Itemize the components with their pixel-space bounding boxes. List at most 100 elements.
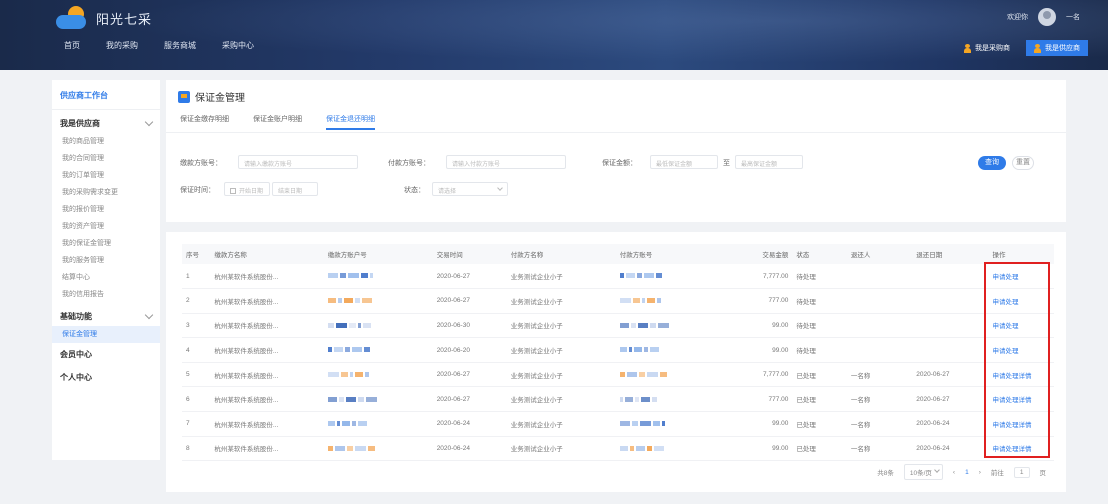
transaction-date-cell: 2020-06-24 bbox=[432, 411, 507, 437]
end-date-input[interactable]: 结束日期 bbox=[272, 182, 318, 196]
transaction-date-cell: 2020-06-24 bbox=[432, 436, 507, 462]
masked-account-mosaic bbox=[619, 396, 657, 402]
start-date-placeholder: 开始日期 bbox=[239, 189, 264, 195]
amount-cell: 777.00 bbox=[735, 386, 793, 413]
page-number-current[interactable]: 1 bbox=[965, 469, 969, 476]
row-number: 3 bbox=[182, 313, 211, 339]
sidebar-item-assets[interactable]: 我的资产管理 bbox=[52, 218, 160, 235]
masked-account-mosaic bbox=[327, 421, 367, 427]
payer-account-input[interactable]: 请输入缴款方账号 bbox=[238, 155, 358, 169]
buyer-role-button[interactable]: 我是采购商 bbox=[956, 40, 1018, 56]
sidebar-group-supplier[interactable]: 我是供应商 bbox=[52, 110, 160, 133]
chevron-down-icon bbox=[144, 310, 154, 320]
user-area: 欢迎你 一名 bbox=[1007, 8, 1080, 26]
tab-deposit-account[interactable]: 保证金账户明细 bbox=[253, 114, 302, 130]
logo[interactable]: 阳光七采 bbox=[56, 6, 152, 30]
masked-account-mosaic bbox=[327, 273, 373, 279]
sidebar-group-basic[interactable]: 基础功能 bbox=[52, 303, 160, 326]
amount-cell: 99.00 bbox=[735, 411, 793, 437]
supplier-role-button[interactable]: 我是供应商 bbox=[1026, 40, 1088, 56]
payer-account-cell bbox=[323, 337, 433, 363]
sidebar-item-deposit-management[interactable]: 保证金管理 bbox=[52, 326, 160, 343]
refund-date-cell bbox=[912, 288, 989, 314]
amount-cell: 99.00 bbox=[735, 313, 793, 339]
avatar[interactable] bbox=[1038, 8, 1056, 26]
masked-account-mosaic bbox=[619, 322, 669, 328]
buyer-role-label: 我是采购商 bbox=[975, 45, 1010, 52]
prev-page-button[interactable]: ‹ bbox=[953, 469, 955, 476]
highlight-annotation-box bbox=[984, 262, 1050, 458]
payer-name-cell: 杭州某软件系统股份... bbox=[210, 264, 324, 290]
payee-account-input[interactable]: 请输入付款方账号 bbox=[446, 155, 566, 169]
nav-item-mall[interactable]: 服务商城 bbox=[164, 40, 196, 51]
payee-name-cell: 业务测试企业小子 bbox=[506, 411, 616, 437]
page-size-select[interactable]: 10条/页 bbox=[903, 464, 943, 480]
payer-account-cell bbox=[323, 362, 433, 388]
sidebar-item-services[interactable]: 我的服务管理 bbox=[52, 252, 160, 269]
sidebar-group-personal-center[interactable]: 个人中心 bbox=[52, 366, 160, 389]
sidebar-item-contracts[interactable]: 我的合同管理 bbox=[52, 150, 160, 167]
payee-name-cell: 业务测试企业小子 bbox=[506, 436, 616, 462]
start-date-input[interactable]: 开始日期 bbox=[224, 182, 270, 196]
masked-account-mosaic bbox=[327, 298, 372, 304]
payer-account-cell bbox=[323, 436, 433, 462]
row-number: 6 bbox=[182, 386, 211, 413]
col-header-operation: 操作 bbox=[988, 244, 1054, 264]
welcome-text: 欢迎你 bbox=[1007, 14, 1028, 21]
range-separator: 至 bbox=[723, 160, 730, 167]
pager-total: 共8条 bbox=[877, 470, 894, 477]
sidebar-item-credit-report[interactable]: 我的信用报告 bbox=[52, 286, 160, 303]
goto-page-input[interactable]: 1 bbox=[1013, 466, 1030, 478]
status-label: 状态： bbox=[404, 187, 425, 194]
refunder-cell bbox=[846, 264, 913, 290]
amount-min-input[interactable]: 最低保证金额 bbox=[650, 155, 718, 169]
payee-account-cell bbox=[615, 362, 736, 388]
payee-account-cell bbox=[615, 313, 736, 339]
col-header-payee-name: 付款方名称 bbox=[506, 244, 616, 264]
end-date-placeholder: 结束日期 bbox=[278, 189, 303, 195]
next-page-button[interactable]: › bbox=[979, 469, 981, 476]
tab-deposit-refund[interactable]: 保证金退还明细 bbox=[326, 114, 375, 130]
reset-button[interactable]: 重置 bbox=[1012, 156, 1034, 170]
nav-item-purchase-center[interactable]: 采购中心 bbox=[222, 40, 254, 51]
status-cell: 已处理 bbox=[792, 411, 847, 437]
amount-max-input[interactable]: 最高保证金额 bbox=[735, 155, 803, 169]
amount-cell: 7,777.00 bbox=[735, 362, 793, 388]
date-label: 保证时间： bbox=[180, 187, 215, 194]
search-button[interactable]: 查询 bbox=[978, 156, 1006, 170]
sidebar-item-quotes[interactable]: 我的报价管理 bbox=[52, 201, 160, 218]
sidebar-item-demand-change[interactable]: 我的采购需求变更 bbox=[52, 184, 160, 201]
status-cell: 待处理 bbox=[792, 313, 847, 339]
payee-account-label: 付款方账号： bbox=[388, 160, 430, 167]
masked-account-mosaic bbox=[327, 347, 370, 353]
table-row: 6 杭州某软件系统股份... 2020-06-27 业务测试企业小子 777.00 已处理… bbox=[182, 386, 1054, 413]
sidebar-group-member-center[interactable]: 会员中心 bbox=[52, 343, 160, 366]
status-cell: 待处理 bbox=[792, 337, 847, 363]
amount-cell: 99.00 bbox=[735, 337, 793, 363]
sidebar-item-products[interactable]: 我的商品管理 bbox=[52, 133, 160, 150]
nav-item-home[interactable]: 首页 bbox=[64, 40, 80, 51]
sidebar-group-label: 我是供应商 bbox=[60, 119, 100, 128]
sidebar-item-orders[interactable]: 我的订单管理 bbox=[52, 167, 160, 184]
status-select[interactable]: 请选择 bbox=[432, 182, 508, 196]
refund-date-cell: 2020-06-24 bbox=[912, 411, 989, 437]
payee-name-cell: 业务测试企业小子 bbox=[506, 386, 616, 413]
payer-name-cell: 杭州某软件系统股份... bbox=[210, 436, 324, 462]
tab-deposit-payment[interactable]: 保证金缴存明细 bbox=[180, 114, 229, 130]
nav-item-my-purchase[interactable]: 我的采购 bbox=[106, 40, 138, 51]
workspace-title[interactable]: 供应商工作台 bbox=[52, 80, 160, 110]
transaction-date-cell: 2020-06-27 bbox=[432, 264, 507, 290]
chevron-down-icon bbox=[497, 185, 503, 191]
payer-account-cell bbox=[323, 386, 433, 413]
user-name[interactable]: 一名 bbox=[1066, 12, 1080, 22]
sidebar-item-deposits[interactable]: 我的保证金管理 bbox=[52, 235, 160, 252]
supplier-role-label: 我是供应商 bbox=[1045, 45, 1080, 52]
tab-bar: 保证金缴存明细 保证金账户明细 保证金退还明细 bbox=[180, 114, 375, 130]
sidebar-item-settlement[interactable]: 结算中心 bbox=[52, 269, 160, 286]
payee-account-cell bbox=[615, 386, 736, 413]
table-row: 2 杭州某软件系统股份... 2020-06-27 业务测试企业小子 777.00 待处理… bbox=[182, 288, 1054, 314]
masked-account-mosaic bbox=[619, 347, 659, 353]
masked-account-mosaic bbox=[619, 273, 662, 279]
payer-account-label: 缴款方账号： bbox=[180, 160, 222, 167]
masked-account-mosaic bbox=[327, 396, 377, 402]
